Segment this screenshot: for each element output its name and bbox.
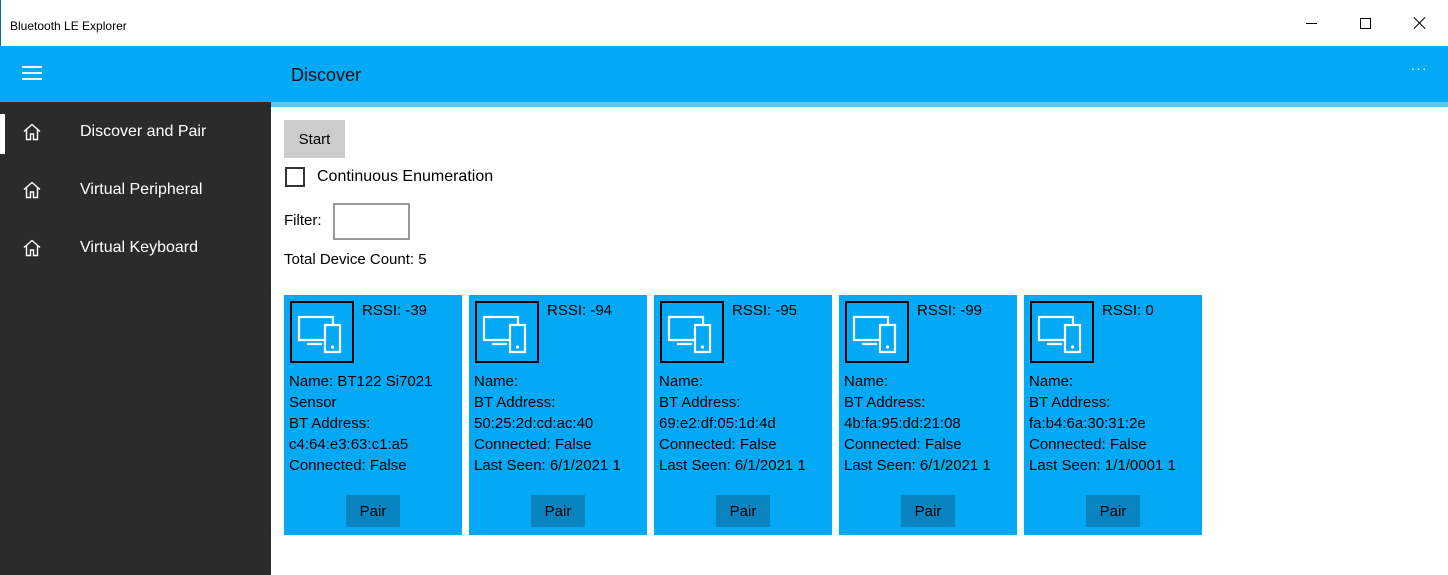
rssi-value: RSSI: -95	[732, 302, 798, 319]
header-underline	[270, 102, 1448, 107]
device-card[interactable]: RSSI: 0 Name: BT Address: fa:b4:6a:30:31:2e…	[1024, 295, 1202, 535]
device-info-line: Name: BT122 Si7021 Sensor	[289, 373, 433, 411]
sidebar: Discover and Pair Virtual Peripheral Vir…	[0, 102, 271, 575]
device-card[interactable]: RSSI: -99 Name: BT Address: 4b:fa:95:dd:21:…	[839, 295, 1017, 535]
device-info-line: BT Address:	[289, 415, 371, 432]
rssi-value: RSSI: -94	[547, 302, 613, 319]
start-button[interactable]: Start	[284, 120, 345, 158]
device-info-line: Connected: False	[844, 436, 962, 453]
devices-icon	[660, 301, 724, 363]
home-icon	[23, 123, 41, 141]
maximize-button[interactable]	[1345, 8, 1385, 38]
device-info-line: Name:	[844, 373, 889, 390]
device-card[interactable]: RSSI: -39 Name: BT122 Si7021 Sensor BT Add…	[284, 295, 462, 535]
device-count: Total Device Count: 5	[284, 251, 427, 268]
device-info-line: Connected: False	[1029, 436, 1147, 453]
page-title: Discover	[291, 65, 362, 85]
device-info-line: BT Address:	[844, 394, 926, 411]
title-bar: Bluetooth LE Explorer	[0, 0, 1448, 46]
device-info: Name: BT Address: 4b:fa:95:dd:21:08 Connect…	[844, 371, 1017, 476]
pair-button[interactable]: Pair	[1086, 495, 1140, 527]
sidebar-item-virtual-keyboard[interactable]: Virtual Keyboard	[0, 220, 271, 276]
device-info-line: Last Seen: 1/1/0001 1	[1029, 457, 1176, 474]
more-options-button[interactable]: ···	[1404, 60, 1434, 84]
device-info: Name: BT Address: fa:b4:6a:30:31:2e Connect…	[1029, 371, 1202, 476]
device-info: Name: BT122 Si7021 Sensor BT Address: c4:6…	[289, 371, 462, 476]
device-info-line: Connected: False	[289, 457, 407, 474]
filter-input[interactable]	[333, 203, 410, 240]
pair-button[interactable]: Pair	[901, 495, 955, 527]
rssi-value: RSSI: 0	[1102, 302, 1154, 319]
device-info-line: Name:	[659, 373, 704, 390]
device-info-line: Last Seen: 6/1/2021 1	[659, 457, 806, 474]
close-button[interactable]	[1400, 8, 1440, 38]
home-icon	[23, 239, 41, 257]
home-icon	[23, 181, 41, 199]
device-info-line: Name:	[474, 373, 519, 390]
device-info-line: Last Seen: 6/1/2021 1	[474, 457, 621, 474]
device-info-line: Name:	[1029, 373, 1074, 390]
sidebar-item-label: Virtual Keyboard	[80, 239, 198, 256]
pair-button[interactable]: Pair	[716, 495, 770, 527]
devices-icon	[1030, 301, 1094, 363]
device-info-line: BT Address:	[474, 394, 556, 411]
devices-icon	[845, 301, 909, 363]
device-info-line: 4b:fa:95:dd:21:08	[844, 415, 961, 432]
device-info: Name: BT Address: 50:25:2d:cd:ac:40 Connect…	[474, 371, 647, 476]
device-info: Name: BT Address: 69:e2:df:05:1d:4d Connect…	[659, 371, 832, 476]
device-info-line: Connected: False	[474, 436, 592, 453]
maximize-icon	[1359, 17, 1371, 29]
minimize-button[interactable]	[1291, 8, 1331, 38]
close-icon	[1413, 16, 1427, 30]
continuous-enumeration-label: Continuous Enumeration	[317, 168, 494, 185]
continuous-enumeration-checkbox[interactable]	[285, 167, 305, 187]
device-info-line: c4:64:e3:63:c1:a5	[289, 436, 409, 453]
sidebar-item-label: Discover and Pair	[80, 123, 207, 140]
devices-icon	[290, 301, 354, 363]
hamburger-menu-icon[interactable]	[22, 66, 42, 80]
sidebar-item-label: Virtual Peripheral	[80, 181, 203, 198]
rssi-value: RSSI: -39	[362, 302, 428, 319]
device-card[interactable]: RSSI: -95 Name: BT Address: 69:e2:df:05:1d:…	[654, 295, 832, 535]
rssi-value: RSSI: -99	[917, 302, 983, 319]
device-info-line: 69:e2:df:05:1d:4d	[659, 415, 776, 432]
window-edge	[0, 0, 1, 46]
selection-indicator	[0, 114, 5, 154]
minimize-icon	[1305, 22, 1317, 24]
app-header: Discover ···	[0, 46, 1448, 102]
filter-label: Filter:	[284, 212, 322, 229]
device-card[interactable]: RSSI: -94 Name: BT Address: 50:25:2d:cd:ac:…	[469, 295, 647, 535]
device-info-line: Connected: False	[659, 436, 777, 453]
sidebar-item-virtual-peripheral[interactable]: Virtual Peripheral	[0, 162, 271, 218]
sidebar-item-discover-and-pair[interactable]: Discover and Pair	[0, 104, 271, 160]
device-info-line: BT Address:	[659, 394, 741, 411]
device-info-line: fa:b4:6a:30:31:2e	[1029, 415, 1146, 432]
device-info-line: Last Seen: 6/1/2021 1	[844, 457, 991, 474]
devices-icon	[475, 301, 539, 363]
pair-button[interactable]: Pair	[346, 495, 400, 527]
window-title: Bluetooth LE Explorer	[10, 19, 127, 33]
pair-button[interactable]: Pair	[531, 495, 585, 527]
device-info-line: BT Address:	[1029, 394, 1111, 411]
device-info-line: 50:25:2d:cd:ac:40	[474, 415, 594, 432]
